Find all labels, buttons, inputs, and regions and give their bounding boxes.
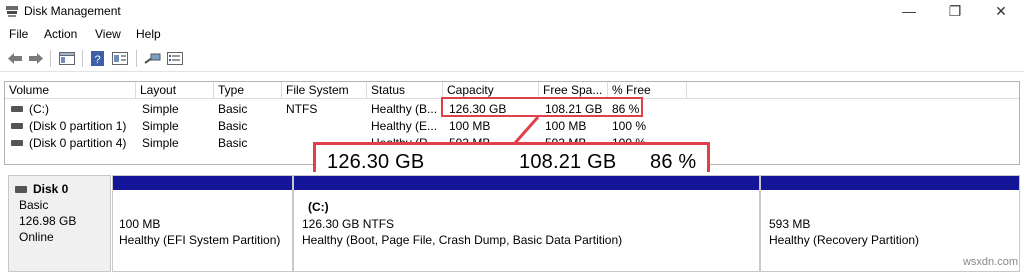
- close-button[interactable]: ✕: [978, 0, 1024, 24]
- partition-efi[interactable]: 100 MB Healthy (EFI System Partition): [112, 175, 293, 272]
- zoom-capacity: 126.30 GB: [327, 151, 425, 173]
- partition-bar: [761, 176, 1019, 190]
- help-icon[interactable]: ?: [89, 50, 107, 67]
- cell-type: Basic: [218, 136, 248, 150]
- disk-management-icon: [6, 6, 18, 17]
- console-tree-icon[interactable]: [58, 50, 76, 67]
- watermark: wsxdn.com: [962, 256, 1018, 268]
- toolbar-separator: [50, 50, 51, 67]
- disk-icon: [15, 186, 27, 193]
- properties-icon[interactable]: [111, 50, 129, 67]
- column-layout[interactable]: Layout: [136, 82, 214, 99]
- toolbar-separator: [136, 50, 137, 67]
- partition-bar: [294, 176, 759, 190]
- partition-size: 593 MB: [769, 217, 811, 231]
- menu-action[interactable]: Action: [44, 27, 77, 41]
- cell-free-space: 100 MB: [545, 119, 587, 133]
- menu-view[interactable]: View: [95, 27, 121, 41]
- back-icon[interactable]: [6, 50, 24, 67]
- disk-0-label[interactable]: Disk 0 Basic 126.98 GB Online: [8, 175, 111, 272]
- column-file-system[interactable]: File System: [282, 82, 367, 99]
- cell-layout: Simple: [142, 136, 179, 150]
- partition-size: 126.30 GB NTFS: [302, 217, 395, 231]
- cell-capacity: 100 MB: [449, 119, 491, 133]
- column-type[interactable]: Type: [214, 82, 282, 99]
- column-status[interactable]: Status: [367, 82, 443, 99]
- menu-bar: File Action View Help: [0, 24, 1024, 44]
- partition-title: (C:): [308, 200, 329, 214]
- cell-percent-free: 100 %: [612, 119, 647, 133]
- partition-bar: [113, 176, 292, 190]
- disk-type: Basic: [19, 198, 49, 212]
- cell-type: Basic: [218, 119, 248, 133]
- cell-volume: (C:): [29, 102, 49, 116]
- toolbar-separator: [82, 50, 83, 67]
- cell-volume: (Disk 0 partition 4): [29, 136, 127, 150]
- svg-text:?: ?: [94, 54, 100, 66]
- partition-status: Healthy (EFI System Partition): [119, 233, 281, 247]
- title-bar: Disk Management — ❐ ✕: [0, 0, 1024, 24]
- highlight-box: [441, 97, 643, 117]
- cell-volume: (Disk 0 partition 1): [29, 119, 127, 133]
- cell-type: Basic: [218, 102, 248, 116]
- disk-status: Online: [19, 230, 54, 244]
- volume-icon: [11, 106, 23, 112]
- disk-size: 126.98 GB: [19, 214, 77, 228]
- menu-file[interactable]: File: [9, 27, 28, 41]
- connect-icon[interactable]: [143, 50, 161, 67]
- cell-layout: Simple: [142, 119, 179, 133]
- partition-size: 100 MB: [119, 217, 161, 231]
- forward-icon[interactable]: [27, 50, 45, 67]
- cell-layout: Simple: [142, 102, 179, 116]
- zoom-percent-free: 86 %: [650, 151, 697, 173]
- list-icon[interactable]: [166, 50, 184, 67]
- cell-file-system: NTFS: [286, 102, 318, 116]
- partition-c[interactable]: (C:) 126.30 GB NTFS Healthy (Boot, Page …: [293, 175, 760, 272]
- window-title: Disk Management: [24, 4, 121, 18]
- disk-map: Disk 0 Basic 126.98 GB Online 100 MB Hea…: [4, 172, 1020, 272]
- partition-status: Healthy (Recovery Partition): [769, 233, 920, 247]
- cell-file-system: [282, 118, 367, 135]
- minimize-button[interactable]: —: [886, 0, 932, 24]
- volume-icon: [11, 140, 23, 146]
- maximize-button[interactable]: ❐: [932, 0, 978, 24]
- toolbar: ?: [0, 46, 1024, 72]
- disk-name: Disk 0: [33, 182, 69, 196]
- column-volume[interactable]: Volume: [5, 82, 136, 99]
- cell-status: Healthy (B...: [371, 102, 438, 116]
- menu-help[interactable]: Help: [136, 27, 161, 41]
- zoom-free-space: 108.21 GB: [519, 151, 617, 173]
- cell-status: Healthy (E...: [371, 119, 438, 133]
- volume-row-partition-1[interactable]: (Disk 0 partition 1) Simple Basic Health…: [5, 118, 1019, 135]
- volume-icon: [11, 123, 23, 129]
- partition-status: Healthy (Boot, Page File, Crash Dump, Ba…: [302, 233, 623, 247]
